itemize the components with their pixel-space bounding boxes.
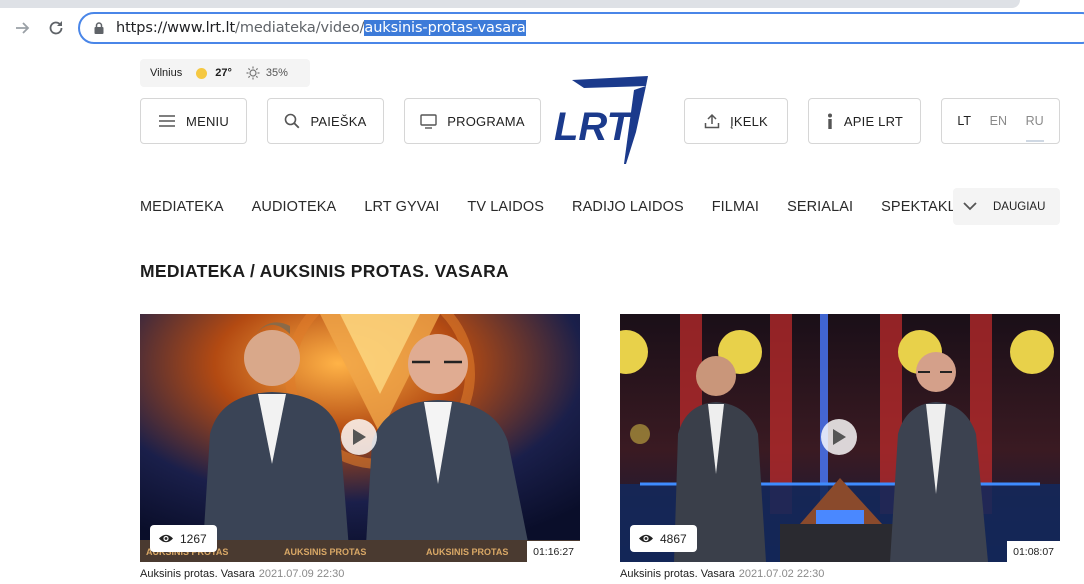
search-button[interactable]: PAIEŠKA [267,98,384,144]
banner-text: AUKSINIS PROTAS [284,547,366,557]
menu-label: MENIU [186,113,229,129]
nav-item-audioteka[interactable]: AUDIOTEKA [252,199,337,215]
video-card[interactable]: 4867 01:08:07 Auksinis protas. Vasara 202… [620,314,1060,580]
about-label: APIE LRT [843,113,904,129]
nav-item-mediateka[interactable]: MEDIATEKA [140,199,224,215]
nav-item-filmai[interactable]: FILMAI [712,199,759,215]
view-count: 1267 [180,531,207,546]
weather-humidity: 35% [265,67,288,79]
upload-icon [704,113,720,129]
view-count: 4867 [660,531,687,546]
more-button[interactable]: DAUGIAU [953,188,1060,225]
search-label: PAIEŠKA [310,113,367,129]
weather-temperature: 27° [215,67,232,79]
play-icon [833,429,846,445]
video-title[interactable]: Auksinis protas. Vasara [140,568,255,580]
browser-chrome: https://www.lrt.lt/mediateka/video/auksi… [0,0,1084,56]
nav-item-serialai[interactable]: SERIALAI [787,199,853,215]
brightness-icon [246,66,260,80]
play-icon [353,429,366,445]
lang-en[interactable]: EN [990,114,1007,128]
lang-lt[interactable]: LT [957,114,971,128]
address-bar[interactable]: https://www.lrt.lt/mediateka/video/auksi… [78,12,1084,44]
menu-button[interactable]: MENIU [140,98,247,144]
program-label: PROGRAMA [447,113,525,129]
sun-icon [196,67,208,79]
info-icon [827,113,832,129]
nav-item-radijo-laidos[interactable]: RADIJO LAIDOS [572,199,684,215]
banner-text: AUKSINIS PROTAS [426,547,508,557]
nav-item-lrt-gyvai[interactable]: LRT GYVAI [364,199,439,215]
chevron-down-icon [963,202,977,211]
duration-badge: 01:16:27 [527,541,580,562]
nav-item-tv-laidos[interactable]: TV LAIDOS [467,199,544,215]
language-switcher: LT EN RU [941,98,1060,144]
hamburger-icon [159,115,176,127]
video-card[interactable]: AUKSINIS PROTAS AUKSINIS PROTAS AUKSINIS… [140,314,580,580]
lock-icon [94,22,104,34]
upload-label: ĮKELK [730,113,768,129]
video-thumbnail[interactable]: 4867 01:08:07 [620,314,1060,562]
eye-icon [639,534,653,543]
main-nav: MEDIATEKA AUDIOTEKA LRT GYVAI TV LAIDOS … [140,199,1002,215]
tab-strip [0,0,1084,8]
page-title: MEDIATEKA / AUKSINIS PROTAS. VASARA [140,261,509,281]
reload-button[interactable] [42,14,70,42]
logo-text: LRT [554,105,635,149]
video-title[interactable]: Auksinis protas. Vasara [620,568,735,580]
arrow-right-icon [16,22,30,34]
reload-icon [49,21,63,35]
video-meta: Auksinis protas. Vasara 2021.07.02 22:30 [620,568,1060,580]
video-meta: Auksinis protas. Vasara 2021.07.09 22:30 [140,568,580,580]
view-count-badge: 4867 [630,525,697,552]
lang-ru[interactable]: RU [1025,114,1044,142]
lrt-logo[interactable]: LRT [554,76,650,166]
video-thumbnail[interactable]: AUKSINIS PROTAS AUKSINIS PROTAS AUKSINIS… [140,314,580,562]
url-host: https://www.lrt.lt [116,20,236,36]
video-date: 2021.07.02 22:30 [738,568,825,580]
tv-icon [420,113,437,129]
program-button[interactable]: PROGRAMA [404,98,541,144]
video-date: 2021.07.09 22:30 [258,568,345,580]
forward-button[interactable] [8,14,36,42]
about-button[interactable]: APIE LRT [808,98,921,144]
search-icon [285,113,300,129]
weather-city: Vilnius [150,67,183,79]
tab-strip-edge [0,0,1020,8]
play-button[interactable] [341,419,377,455]
view-count-badge: 1267 [150,525,217,552]
upload-button[interactable]: ĮKELK [684,98,788,144]
eye-icon [159,534,173,543]
url-selected: auksinis-protas-vasara [364,20,526,36]
weather-widget: Vilnius 27° 35% [140,59,310,87]
url-path: /mediateka/video/ [235,20,365,36]
url-text: https://www.lrt.lt/mediateka/video/auksi… [116,20,526,36]
duration-badge: 01:08:07 [1007,541,1060,562]
more-label: DAUGIAU [993,200,1046,213]
play-button[interactable] [821,419,857,455]
